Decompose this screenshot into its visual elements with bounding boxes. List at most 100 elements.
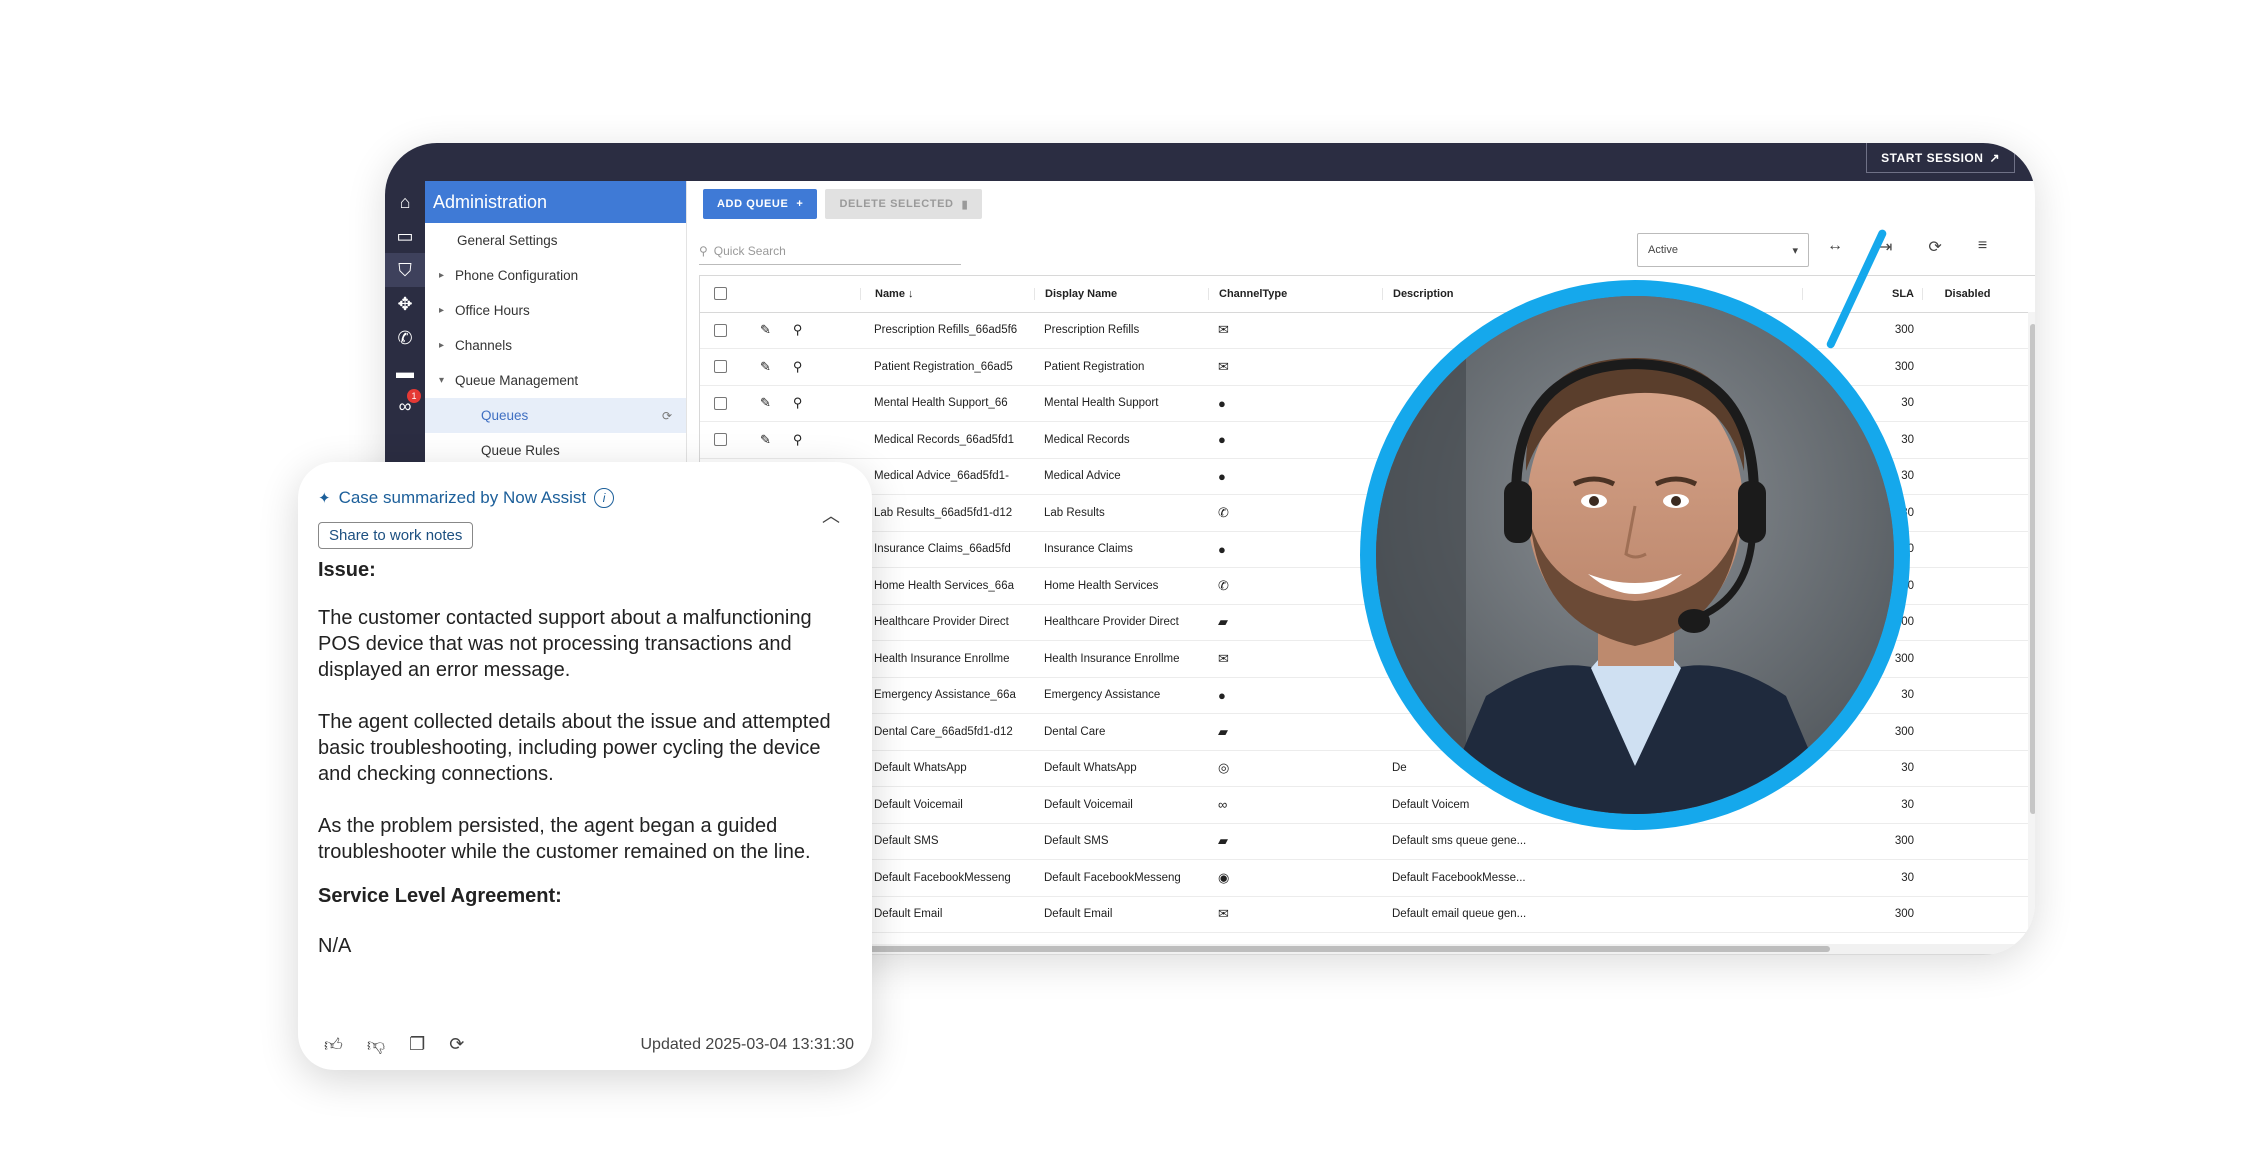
table-row[interactable]: ✎⚲Default VoicemailDefault Voicemail∞Def… xyxy=(700,787,2035,824)
move-icon[interactable]: ✥ xyxy=(385,287,425,321)
chat-icon: ● xyxy=(1218,395,1226,411)
sidebar-item[interactable]: General Settings xyxy=(425,223,686,258)
column-resize-icon[interactable]: ↔ xyxy=(1827,237,1843,257)
share-to-work-notes-button[interactable]: Share to work notes xyxy=(318,522,474,549)
toolbar: ADD QUEUE + DELETE SELECTED ▮ xyxy=(703,189,983,219)
cell-sla: 30 xyxy=(1901,762,1914,775)
refresh-icon[interactable]: ⟳ xyxy=(1928,237,1941,257)
whatsapp-icon: ◎ xyxy=(1218,760,1230,776)
sidebar-item-label: General Settings xyxy=(457,233,558,248)
info-icon[interactable]: i xyxy=(594,488,615,508)
refresh-icon[interactable]: ⟳ xyxy=(662,409,672,423)
cell-description: Default FacebookMesse... xyxy=(1392,871,1526,884)
sms-icon: ▰ xyxy=(1218,723,1228,739)
column-header-name[interactable]: Name ↓ xyxy=(860,287,1034,300)
row-checkbox[interactable] xyxy=(713,323,727,337)
copy-icon[interactable]: ❐ xyxy=(409,1034,425,1056)
thumbs-down-icon[interactable]: 👎︎ xyxy=(367,1034,385,1056)
table-row[interactable]: ✎⚲Default EmailDefault Email✉Default ema… xyxy=(700,897,2035,933)
chat-icon: ● xyxy=(1218,432,1226,448)
horizontal-scrollbar[interactable] xyxy=(700,944,2035,954)
sidebar-item-label: Office Hours xyxy=(455,303,530,318)
column-header-display-name[interactable]: Display Name xyxy=(1034,287,1208,300)
row-checkbox[interactable] xyxy=(713,360,727,374)
table-row[interactable]: ✎⚲Default FacebookMessengDefault Faceboo… xyxy=(700,860,2035,897)
sidebar-item[interactable]: ▸ Channels xyxy=(425,328,686,363)
add-queue-button[interactable]: ADD QUEUE + xyxy=(703,189,818,219)
phone-icon: ✆ xyxy=(1218,577,1229,593)
phone-icon[interactable]: ✆ xyxy=(385,321,425,355)
regenerate-icon[interactable]: ⟳ xyxy=(449,1034,464,1056)
trash-icon: ▮ xyxy=(961,198,969,211)
sidebar-item[interactable]: ▸ Phone Configuration xyxy=(425,258,686,293)
column-header-disabled[interactable]: Disabled xyxy=(1922,287,2012,300)
cell-name: Dental Care_66ad5fd1-d12 xyxy=(874,725,1013,738)
search-icon[interactable]: ⚲ xyxy=(793,359,803,375)
shield-icon[interactable]: ⛉ xyxy=(385,253,425,287)
column-header-channel-type[interactable]: ChannelType xyxy=(1208,287,1382,300)
issue-heading: Issue: xyxy=(318,559,376,581)
sidebar-item[interactable]: Queues ⟳ xyxy=(425,398,686,433)
column-header-sla[interactable]: SLA xyxy=(1802,287,1922,300)
edit-icon[interactable]: ✎ xyxy=(760,322,771,338)
table-row[interactable]: ✎⚲Default WhatsAppDefault WhatsApp◎De30 xyxy=(700,751,2035,787)
email-icon: ✉ xyxy=(1218,322,1229,338)
search-icon[interactable]: ⚲ xyxy=(793,395,803,411)
search-input[interactable]: Quick Search xyxy=(714,244,786,258)
edit-icon[interactable]: ✎ xyxy=(760,359,771,375)
search-icon[interactable]: ⚲ xyxy=(793,322,803,338)
cell-sla: 30 xyxy=(1901,871,1914,884)
folder-icon[interactable]: ▭ xyxy=(385,219,425,253)
summary-title: Case summarized by Now Assist xyxy=(338,488,587,507)
start-session-button[interactable]: START SESSION ↗ xyxy=(1866,143,2015,173)
summary-paragraph-2: The agent collected details about the is… xyxy=(318,711,831,785)
cell-name: Default FacebookMesseng xyxy=(874,871,1011,884)
sidebar-item[interactable]: ▸ Office Hours xyxy=(425,293,686,328)
edit-icon[interactable]: ✎ xyxy=(760,395,771,411)
agent-portrait-frame xyxy=(1360,280,1910,830)
cell-name: Insurance Claims_66ad5fd xyxy=(874,543,1011,556)
caret-right-icon: ▸ xyxy=(439,305,445,316)
chat-icon[interactable]: ▬ xyxy=(385,355,425,389)
delete-selected-button[interactable]: DELETE SELECTED ▮ xyxy=(825,189,983,219)
summary-footer: 👍︎ 👎︎ ❐ ⟳ Updated 2025-03-04 13:31:30 xyxy=(324,1034,854,1056)
row-checkbox[interactable] xyxy=(713,396,727,410)
cell-display-name: Home Health Services xyxy=(1044,579,1159,592)
table-row[interactable]: ✎⚲Default SMSDefault SMS▰Default sms que… xyxy=(700,824,2035,860)
collapse-chevron-icon[interactable]: ︿ xyxy=(822,502,840,528)
caret-right-icon: ▸ xyxy=(439,270,445,281)
thumbs-up-icon[interactable]: 👍︎ xyxy=(324,1034,343,1056)
search-icon: ⚲ xyxy=(699,243,708,258)
row-checkbox[interactable] xyxy=(713,433,727,447)
voicemail-icon: ∞ xyxy=(1218,797,1228,813)
cell-description: Default email queue gen... xyxy=(1392,908,1527,921)
plus-icon: + xyxy=(796,198,804,210)
cell-sla: 300 xyxy=(1894,324,1914,337)
vertical-scrollbar[interactable] xyxy=(2028,312,2035,952)
cell-display-name: Mental Health Support xyxy=(1044,397,1159,410)
cell-display-name: Insurance Claims xyxy=(1044,543,1133,556)
email-icon: ✉ xyxy=(1218,650,1229,666)
sms-icon: ▰ xyxy=(1218,614,1228,630)
cell-display-name: Lab Results xyxy=(1044,506,1105,519)
select-all-checkbox[interactable] xyxy=(713,287,727,301)
cell-description: Default sms queue gene... xyxy=(1392,835,1527,848)
cell-name: Default WhatsApp xyxy=(874,762,967,775)
quick-search[interactable]: ⚲ Quick Search xyxy=(699,237,961,265)
cell-display-name: Default Email xyxy=(1044,908,1113,921)
chat-icon: ● xyxy=(1218,541,1226,557)
cell-name: Default Email xyxy=(874,908,943,921)
sidebar-item[interactable]: ▾ Queue Management xyxy=(425,363,686,398)
edit-icon[interactable]: ✎ xyxy=(760,432,771,448)
sparkle-icon: ✦ xyxy=(318,490,331,507)
cell-name: Medical Advice_66ad5fd1- xyxy=(874,470,1009,483)
cell-name: Default Voicemail xyxy=(874,798,963,811)
voicemail-icon[interactable]: ∞ 1 xyxy=(385,389,425,423)
status-filter-select[interactable]: Active ▾ xyxy=(1637,233,1809,267)
search-icon[interactable]: ⚲ xyxy=(793,432,803,448)
home-icon[interactable]: ⌂ xyxy=(385,185,425,219)
cell-name: Home Health Services_66a xyxy=(874,579,1014,592)
menu-icon[interactable]: ≡ xyxy=(1978,237,1987,257)
cell-display-name: Patient Registration xyxy=(1044,360,1145,373)
cell-sla: 300 xyxy=(1894,835,1914,848)
